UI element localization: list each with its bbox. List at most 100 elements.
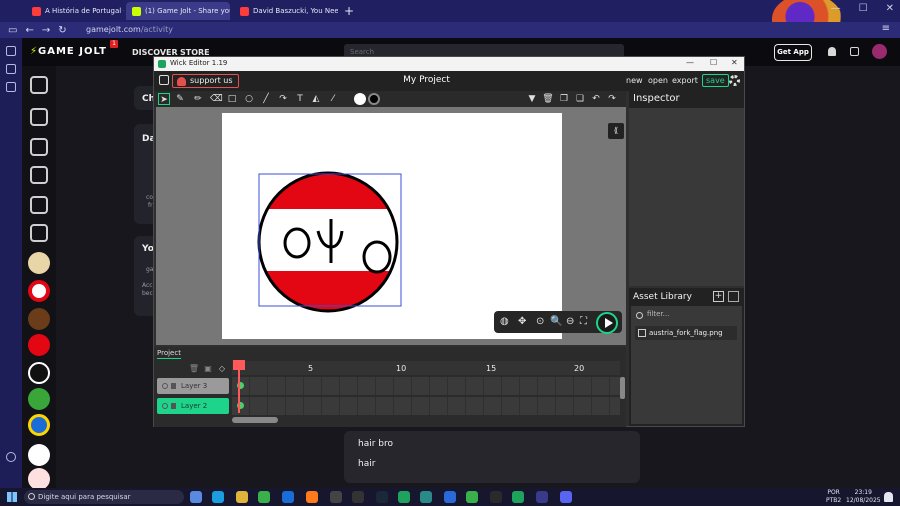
frame-row[interactable]: [232, 377, 620, 395]
save-button[interactable]: save: [702, 74, 729, 87]
zoom-in-icon[interactable]: 🔍: [550, 316, 562, 327]
line-tool-icon[interactable]: ╱: [260, 93, 272, 105]
eyedropper-icon[interactable]: ⁄: [327, 93, 339, 105]
timeline-tab-project[interactable]: Project: [157, 349, 181, 359]
asset-filter-input[interactable]: filter...: [635, 310, 739, 322]
onion-skin-icon[interactable]: ◍: [500, 316, 509, 327]
steam-icon[interactable]: [376, 491, 388, 503]
stroke-color-swatch[interactable]: [368, 93, 380, 105]
collapse-panel-button[interactable]: ⟪: [608, 123, 624, 139]
address-bar[interactable]: gamejolt.com/activity: [86, 25, 173, 34]
delete-layer-icon[interactable]: 🗑: [188, 363, 200, 375]
new-button[interactable]: new: [626, 76, 643, 85]
rectangle-tool-icon[interactable]: □: [226, 93, 238, 105]
zoom-out-icon[interactable]: ⊖: [566, 316, 574, 327]
copy-icon[interactable]: ❐: [558, 93, 570, 105]
redo-icon[interactable]: ↷: [606, 93, 618, 105]
community-avatar[interactable]: [28, 252, 50, 274]
layer-row-active[interactable]: Layer 2: [157, 398, 229, 414]
close-icon[interactable]: ✕: [886, 3, 894, 14]
taskbar-search-input[interactable]: Digite aqui para pesquisar: [24, 490, 184, 504]
fill-color-swatch[interactable]: [354, 93, 366, 105]
discord-icon[interactable]: [30, 196, 48, 214]
user-avatar[interactable]: [872, 44, 887, 59]
lock-icon[interactable]: [171, 383, 176, 389]
language-indicator[interactable]: POR PTB2: [826, 489, 841, 505]
eye-icon[interactable]: [162, 383, 168, 389]
add-asset-button[interactable]: +: [713, 291, 724, 302]
browser-tab[interactable]: David Baszucki, You Need To R ×: [234, 2, 338, 20]
community-avatar[interactable]: [28, 388, 50, 410]
app-icon[interactable]: [444, 491, 456, 503]
sidebar-tabs-icon[interactable]: [6, 82, 16, 92]
add-keyframe-icon[interactable]: ◇: [216, 363, 228, 375]
app-icon[interactable]: [512, 491, 524, 503]
add-tween-icon[interactable]: ▣: [202, 363, 214, 375]
sidebar-settings-icon[interactable]: [6, 452, 16, 462]
notification-bell-icon[interactable]: [884, 492, 893, 502]
layer-order-icon[interactable]: ▼: [526, 93, 538, 105]
new-tab-button[interactable]: +: [344, 4, 354, 18]
app-icon[interactable]: [466, 491, 478, 503]
bell-icon[interactable]: [828, 47, 836, 56]
community-avatar[interactable]: [28, 444, 50, 466]
get-app-button[interactable]: Get App: [774, 44, 812, 61]
pan-icon[interactable]: ✥: [518, 316, 526, 327]
layer-row[interactable]: Layer 3: [157, 378, 229, 394]
app-icon[interactable]: [420, 491, 432, 503]
fullscreen-icon[interactable]: ⛶: [580, 316, 587, 327]
timeline-ruler[interactable]: 5 10 15 20: [232, 361, 620, 375]
fill-bucket-icon[interactable]: ◭: [310, 93, 322, 105]
community-avatar[interactable]: [28, 468, 50, 488]
stage-canvas[interactable]: [222, 113, 562, 339]
community-avatar[interactable]: [28, 280, 50, 302]
lock-icon[interactable]: [171, 403, 176, 409]
timeline-scrollbar[interactable]: [232, 417, 278, 423]
playhead[interactable]: [238, 361, 240, 413]
shop-icon[interactable]: [30, 138, 48, 156]
brush-tool-icon[interactable]: ✎: [174, 93, 186, 105]
inbox-icon[interactable]: [850, 47, 859, 56]
delete-icon[interactable]: 🗑: [542, 93, 554, 105]
export-button[interactable]: export: [672, 76, 698, 85]
forward-icon[interactable]: →: [42, 25, 50, 36]
frame-row[interactable]: [232, 397, 620, 415]
reload-icon[interactable]: ↻: [58, 25, 66, 36]
app-icon[interactable]: [352, 491, 364, 503]
back-icon[interactable]: ←: [25, 25, 33, 36]
capcut-icon[interactable]: [330, 491, 342, 503]
outlook-icon[interactable]: [282, 491, 294, 503]
clock[interactable]: 23:19 12/08/2025: [846, 489, 881, 505]
recenter-icon[interactable]: ⊙: [536, 316, 544, 327]
community-avatar[interactable]: [28, 362, 50, 384]
eye-icon[interactable]: [162, 403, 168, 409]
eraser-tool-icon[interactable]: ⌫: [210, 93, 223, 105]
maximize-icon[interactable]: ☐: [710, 58, 717, 67]
store-icon[interactable]: [30, 108, 48, 126]
asset-item[interactable]: austria_fork_flag.png: [635, 326, 737, 340]
menu-icon[interactable]: ≡: [882, 23, 890, 34]
cursor-tool-icon[interactable]: ➤: [158, 93, 170, 105]
app-icon[interactable]: [490, 491, 502, 503]
community-avatar[interactable]: [28, 334, 50, 356]
windows-start-icon[interactable]: [7, 492, 17, 502]
project-name[interactable]: My Project: [154, 75, 699, 85]
pencil-tool-icon[interactable]: ✏: [192, 93, 204, 105]
chat-icon[interactable]: [30, 166, 48, 184]
text-tool-icon[interactable]: T: [294, 93, 306, 105]
community-avatar[interactable]: [28, 308, 50, 330]
edge-icon[interactable]: [212, 491, 224, 503]
canvas-area[interactable]: ⟪ ◍ ✥ ⊙ 🔍 ⊖ ⛶: [156, 107, 626, 345]
app-icon[interactable]: [536, 491, 548, 503]
minimize-icon[interactable]: —: [831, 3, 841, 14]
play-button[interactable]: [596, 312, 618, 334]
chrome-icon[interactable]: [258, 491, 270, 503]
browser-tab-active[interactable]: (1) Game Jolt - Share your crea ×: [126, 2, 230, 20]
community-avatar[interactable]: [28, 414, 50, 436]
firefox-icon[interactable]: [306, 491, 318, 503]
file-explorer-icon[interactable]: [236, 491, 248, 503]
minimize-icon[interactable]: —: [686, 58, 694, 67]
copilot-icon[interactable]: [190, 491, 202, 503]
sidebar-toggle-icon[interactable]: ▭: [8, 25, 17, 36]
library-icon[interactable]: [30, 224, 48, 242]
